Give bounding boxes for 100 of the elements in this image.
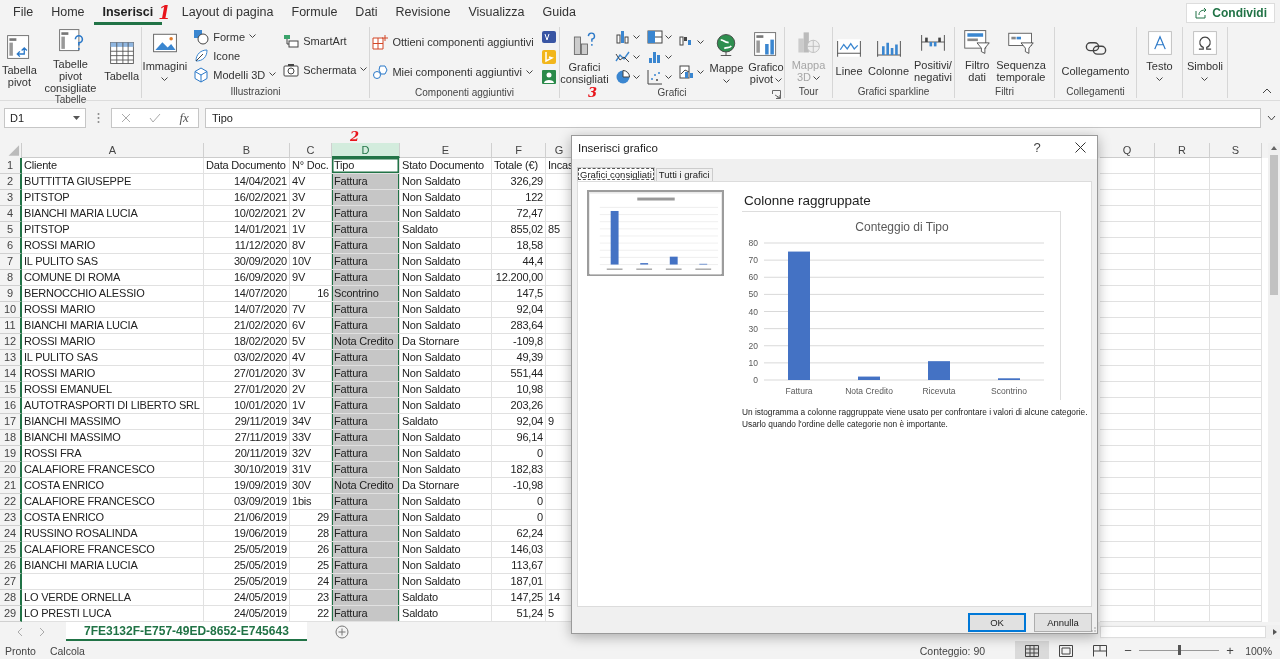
row-number[interactable]: 1 — [0, 158, 22, 174]
column-header[interactable]: B — [204, 143, 290, 158]
launcher-icon[interactable] — [772, 90, 781, 99]
table-cell: 25/05/2019 — [204, 558, 290, 574]
ribbon-button[interactable]: Grafici consigliati — [558, 29, 611, 85]
menu-tab[interactable]: Formule — [282, 1, 347, 25]
table-cell: Non Saldato — [400, 542, 492, 558]
row-number[interactable]: 3 — [0, 190, 22, 206]
row-number[interactable]: 9 — [0, 286, 22, 302]
collapse-icon[interactable] — [1262, 88, 1272, 94]
row-number[interactable]: 20 — [0, 462, 22, 478]
dialog-tab[interactable]: Grafici consigliati — [577, 167, 655, 181]
row-number[interactable]: 16 — [0, 398, 22, 414]
ribbon-button[interactable]: Modelli 3D — [190, 65, 280, 84]
menu-tab[interactable]: Home — [42, 1, 94, 25]
scrollbar[interactable] — [1100, 624, 1280, 639]
slider-thumb[interactable] — [1178, 645, 1182, 655]
table-cell — [1210, 174, 1262, 190]
row-number[interactable]: 2 — [0, 174, 22, 190]
column-header[interactable]: D — [332, 143, 400, 158]
column-header[interactable]: E — [400, 143, 492, 158]
column-header[interactable]: A — [22, 143, 204, 158]
menu-tab[interactable]: Guida — [533, 1, 585, 25]
ribbon-button[interactable]: Schermata — [280, 60, 371, 79]
menu-tab[interactable]: Dati — [346, 1, 387, 25]
table-cell: 147,5 — [492, 286, 546, 302]
formula-field[interactable]: Tipo — [205, 108, 1261, 128]
check-icon[interactable] — [149, 113, 162, 123]
sheet-tab[interactable]: 7FE3132F-E757-49ED-8652-E745643 — [66, 622, 307, 641]
resize-grip-icon[interactable] — [1088, 624, 1096, 632]
row-number[interactable]: 7 — [0, 254, 22, 270]
annotation-mark: 2 — [350, 130, 360, 144]
ribbon-button[interactable]: Collegamento — [1059, 34, 1132, 77]
row-number[interactable]: 14 — [0, 366, 22, 382]
ribbon-button[interactable]: Testo — [1143, 29, 1176, 82]
ribbon-button[interactable]: Sequenza temporale — [994, 28, 1048, 83]
menu-tab[interactable]: Revisione — [386, 1, 460, 25]
share-button[interactable]: Condividi — [1186, 3, 1275, 23]
row-number[interactable]: 5 — [0, 222, 22, 238]
row-number[interactable]: 26 — [0, 558, 22, 574]
scatter-chart-icon — [646, 69, 663, 85]
ribbon-button[interactable]: Forme — [190, 27, 280, 46]
row-number[interactable]: 15 — [0, 382, 22, 398]
row-number[interactable]: 24 — [0, 526, 22, 542]
row-number[interactable]: 13 — [0, 350, 22, 366]
table-cell: 326,29 — [492, 174, 546, 190]
row-number[interactable]: 21 — [0, 478, 22, 494]
zoom-out-button[interactable]: − — [1121, 643, 1136, 658]
row-number[interactable]: 22 — [0, 494, 22, 510]
row-number[interactable]: 10 — [0, 302, 22, 318]
row-number[interactable]: 28 — [0, 590, 22, 606]
ribbon-button[interactable]: Filtro dati — [961, 28, 994, 83]
ribbon-button[interactable]: SmartArt — [280, 32, 371, 51]
row-number[interactable]: 11 — [0, 318, 22, 334]
dialog-button[interactable]: OK — [968, 612, 1026, 632]
menu-tab[interactable]: Layout di pagina — [172, 1, 283, 25]
scrollbar-thumb[interactable] — [1270, 155, 1278, 295]
grip-icon[interactable] — [97, 112, 100, 124]
dialog-button[interactable]: Annulla — [1034, 612, 1092, 632]
insert-function-button[interactable]: fx — [179, 110, 189, 126]
ribbon-button[interactable]: Colonne — [866, 34, 912, 77]
ribbon-button[interactable]: Linee — [833, 34, 866, 77]
ribbon-button[interactable]: Icone — [190, 46, 280, 65]
row-number[interactable]: 12 — [0, 334, 22, 350]
menu-tab[interactable]: File — [4, 1, 43, 25]
dialog-tab[interactable]: Tutti i grafici — [655, 168, 713, 181]
row-number[interactable]: 23 — [0, 510, 22, 526]
help-button[interactable]: ? — [1027, 140, 1047, 155]
view-button[interactable] — [1015, 641, 1050, 659]
ribbon-button[interactable]: Positivi/ negativi — [912, 28, 954, 83]
name-box[interactable]: D1 — [4, 108, 86, 128]
ribbon-button[interactable]: Ottieni componenti aggiuntivi — [369, 33, 537, 51]
table-cell — [1155, 478, 1210, 494]
ribbon-button[interactable]: Immagini — [140, 29, 190, 82]
column-header[interactable]: S — [1210, 143, 1262, 158]
column-header[interactable]: Q — [1100, 143, 1155, 158]
ribbon-button[interactable]: Grafico pivot — [746, 29, 786, 85]
menu-tab[interactable]: Visualizza — [459, 1, 534, 25]
ribbon-button[interactable]: Tabella — [102, 39, 141, 82]
ribbon-button[interactable]: Tabelle pivot consigliate — [39, 27, 102, 94]
add-sheet-icon[interactable] — [334, 624, 349, 639]
expand-icon[interactable] — [1267, 115, 1276, 121]
ribbon-button[interactable]: Tabella pivot — [0, 33, 39, 88]
row-number[interactable]: 18 — [0, 430, 22, 446]
zoom-in-button[interactable]: + — [1223, 643, 1238, 658]
row-number[interactable]: 8 — [0, 270, 22, 286]
row-number[interactable]: 29 — [0, 606, 22, 622]
row-number[interactable]: 27 — [0, 574, 22, 590]
row-number[interactable]: 25 — [0, 542, 22, 558]
ribbon-button[interactable]: Simboli — [1184, 29, 1226, 82]
row-number[interactable]: 4 — [0, 206, 22, 222]
ribbon-button[interactable]: Miei componenti aggiuntivi — [369, 63, 537, 81]
ribbon-button[interactable]: Mappe — [707, 30, 746, 84]
column-header[interactable]: F — [492, 143, 546, 158]
column-header[interactable]: R — [1155, 143, 1210, 158]
row-number[interactable]: 6 — [0, 238, 22, 254]
row-number[interactable]: 17 — [0, 414, 22, 430]
table-cell: Fattura — [332, 414, 400, 430]
row-number[interactable]: 19 — [0, 446, 22, 462]
caret-icon — [632, 54, 640, 60]
